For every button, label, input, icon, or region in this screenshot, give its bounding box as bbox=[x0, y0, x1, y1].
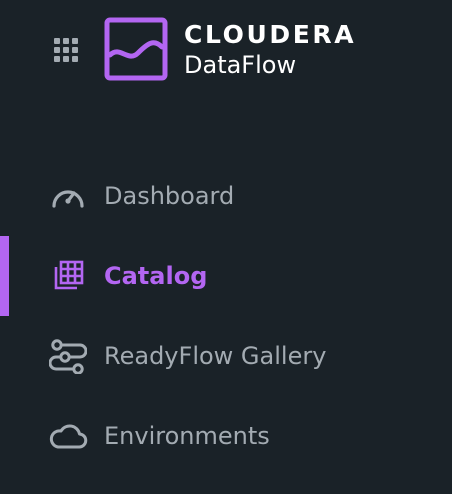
nav-label-dashboard: Dashboard bbox=[104, 182, 235, 210]
sidebar: CLOUDERA DataFlow Dashboard Catalog Read… bbox=[0, 0, 452, 494]
grid-icon bbox=[54, 38, 78, 62]
cloud-icon bbox=[48, 418, 88, 454]
brand-name: CLOUDERA bbox=[184, 20, 357, 49]
speedometer-icon bbox=[48, 178, 88, 214]
nav-label-catalog: Catalog bbox=[104, 262, 208, 290]
cloudera-wave-logo-icon[interactable] bbox=[104, 17, 168, 81]
readyflow-icon bbox=[48, 338, 88, 374]
nav-item-readyflow-gallery[interactable]: ReadyFlow Gallery bbox=[0, 316, 452, 396]
nav-item-environments[interactable]: Environments bbox=[0, 396, 452, 476]
catalog-grid-icon bbox=[48, 258, 88, 294]
app-switcher-button[interactable] bbox=[50, 34, 82, 66]
nav-item-dashboard[interactable]: Dashboard bbox=[0, 156, 452, 236]
nav-item-catalog[interactable]: Catalog bbox=[0, 236, 452, 316]
nav-label-readyflow-gallery: ReadyFlow Gallery bbox=[104, 342, 327, 370]
product-name: DataFlow bbox=[184, 51, 297, 79]
nav-label-environments: Environments bbox=[104, 422, 270, 450]
